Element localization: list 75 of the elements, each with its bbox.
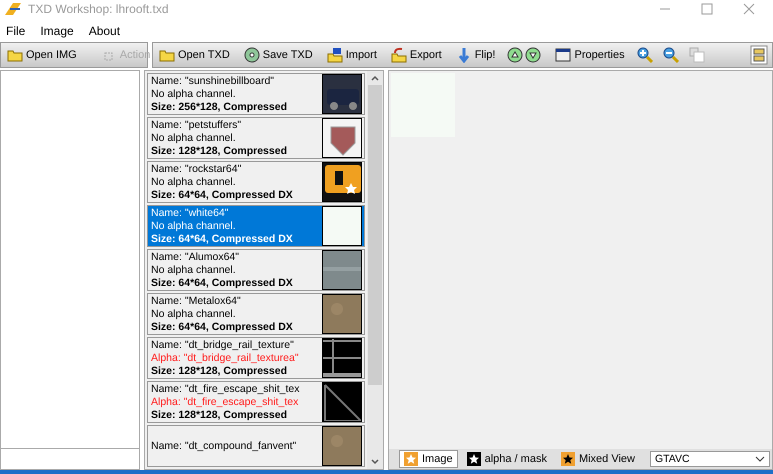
texture-name: Name: "white64" [151, 206, 230, 220]
texture-name: Name: "Alumox64" [151, 250, 240, 264]
texture-thumbnail [322, 426, 362, 466]
texture-thumbnail [322, 294, 362, 334]
view-tab[interactable]: Mixed View [556, 450, 640, 468]
cabinet-icon[interactable] [750, 45, 768, 65]
alpha-info: No alpha channel. [151, 308, 237, 320]
texture-thumbnail [322, 382, 362, 422]
caret-icon [755, 455, 765, 463]
texture-name: Name: "dt_fire_escape_shit_tex [151, 382, 300, 396]
texture-list-item[interactable]: Name: "Metalox64" No alpha channel. Size: 64*64, Compressed DX [147, 293, 365, 335]
disc-icon [244, 47, 260, 63]
toolbar-button[interactable]: Properties [553, 47, 627, 63]
properties-icon [555, 47, 572, 63]
texture-name: Name: "petstuffers" [151, 118, 242, 132]
alpha-info: Alpha: "dt_fire_escape_shit_tex [151, 396, 300, 408]
toolbar-button[interactable]: Save TXD [242, 47, 315, 63]
texture-list-item[interactable]: Name: "sunshinebillboard" No alpha channel. Size: 256*128, Compressed [147, 73, 365, 115]
star-icon [560, 452, 575, 466]
star-icon [404, 452, 418, 466]
scrollbar-thumb[interactable] [368, 85, 382, 385]
texture-name: Name: "dt_bridge_rail_texture" [151, 338, 295, 352]
menu-item[interactable]: About [88, 24, 120, 38]
view-tab[interactable]: Image [399, 450, 458, 468]
texture-size: Size: 128*128, Compressed [151, 408, 288, 422]
texture-size: Size: 64*64, Compressed DX [151, 276, 294, 290]
texture-thumbnail [322, 338, 362, 378]
window-title: TXD Workshop: lhrooft.txd [28, 2, 168, 16]
alpha-info: Alpha: "dt_bridge_rail_texturea" [151, 352, 300, 364]
game-dropdown[interactable]: GTAVC [650, 451, 770, 467]
texture-list-item[interactable]: Name: "petstuffers" No alpha channel. Size: 128*128, Compressed [147, 117, 365, 159]
toolbar-button[interactable]: Import [324, 47, 379, 63]
texture-list-item[interactable]: Name: "dt_fire_escape_shit_tex Alpha: "dt_fire_escape_shit_tex Size: 128*128, Compressed [147, 381, 365, 423]
texture-list-item[interactable]: Name: "white64" No alpha channel. Size: 64*64, Compressed DX [147, 205, 365, 247]
view-tab[interactable]: alpha / mask [462, 450, 552, 468]
toolbar-button[interactable]: Export [388, 47, 444, 63]
copy-icon [688, 47, 705, 63]
up-down-icon [507, 47, 544, 63]
alpha-info: No alpha channel. [151, 264, 237, 276]
alpha-info: No alpha channel. [151, 132, 237, 144]
texture-list-item[interactable]: Name: "Alumox64" No alpha channel. Size: 64*64, Compressed DX [147, 249, 365, 291]
texture-size: Size: 256*128, Compressed [151, 100, 288, 114]
texture-thumbnail [322, 118, 362, 158]
texture-size: Size: 128*128, Compressed [151, 364, 288, 378]
star-icon [466, 452, 481, 466]
zoom-out-icon [662, 47, 679, 63]
texture-name: Name: "rockstar64" [151, 162, 242, 176]
texture-size: Size: 128*128, Compressed [151, 144, 288, 158]
texture-list-item[interactable]: Name: "dt_compound_fanvent" [147, 425, 365, 467]
app-logo-icon [4, 2, 22, 16]
texture-thumbnail [322, 206, 362, 246]
texture-list-item[interactable]: Name: "rockstar64" No alpha channel. Size: 64*64, Compressed DX [147, 161, 365, 203]
texture-name: Name: "sunshinebillboard" [151, 74, 276, 88]
menu-item[interactable]: File [6, 24, 26, 38]
texture-name: Name: "Metalox64" [151, 294, 242, 308]
texture-thumbnail [322, 250, 362, 290]
toolbar-button[interactable]: Open TXD [157, 47, 232, 63]
zoom-in-icon [636, 47, 653, 63]
texture-thumbnail [322, 162, 362, 202]
maximize-icon[interactable] [701, 3, 713, 15]
texture-name: Name: "dt_compound_fanvent" [151, 440, 298, 452]
texture-list-item[interactable]: Name: "dt_bridge_rail_texture" Alpha: "dt_bridge_rail_texturea" Size: 128*128, Compressed [147, 337, 365, 379]
texture-thumbnail [322, 74, 362, 114]
export-icon [390, 47, 407, 63]
toolbar-button[interactable]: Open IMG [5, 47, 79, 63]
toolbar-button[interactable]: Flip! [454, 47, 498, 63]
texture-size: Size: 64*64, Compressed DX [151, 188, 294, 202]
alpha-info: No alpha channel. [151, 220, 237, 232]
texture-size: Size: 64*64, Compressed DX [151, 320, 294, 334]
texture-size: Size: 64*64, Compressed DX [151, 232, 294, 246]
alpha-info: No alpha channel. [151, 88, 237, 100]
close-icon[interactable] [743, 3, 755, 15]
alpha-info: No alpha channel. [151, 176, 237, 188]
menu-item[interactable]: Image [40, 24, 74, 38]
import-icon [326, 47, 343, 63]
